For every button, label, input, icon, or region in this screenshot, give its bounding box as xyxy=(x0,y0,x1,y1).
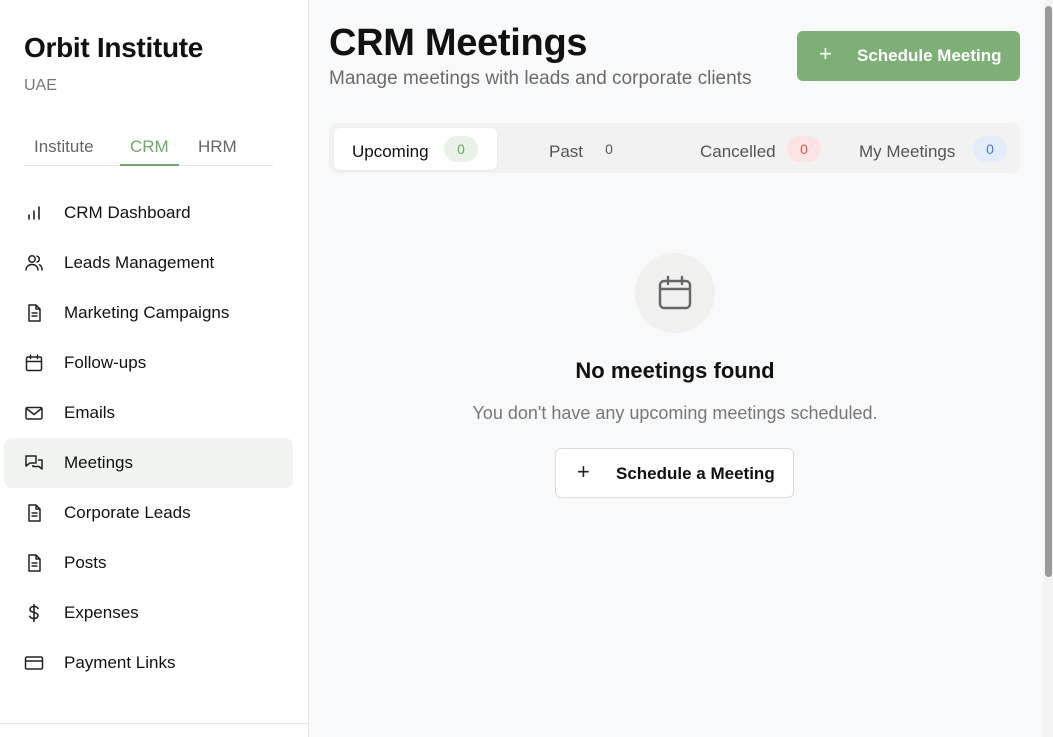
document-icon xyxy=(24,303,44,323)
sidebar-item-label: Leads Management xyxy=(64,253,215,272)
tab-past[interactable]: Past 0 xyxy=(534,128,644,170)
sidebar-item-label: Emails xyxy=(64,403,116,422)
brand-region: UAE xyxy=(24,77,57,94)
sidebar-item-expenses[interactable]: Expenses xyxy=(4,588,293,638)
sidebar-item-label: Posts xyxy=(64,553,107,572)
sidebar-item-leads-management[interactable]: Leads Management xyxy=(4,238,293,288)
tab-crm[interactable]: CRM xyxy=(120,132,179,166)
users-icon xyxy=(24,253,44,273)
tab-label: Past xyxy=(549,142,584,161)
sidebar-divider xyxy=(0,723,309,724)
count-badge: 0 xyxy=(444,136,478,162)
sidebar-item-label: Marketing Campaigns xyxy=(64,303,230,322)
empty-state-message: You don't have any upcoming meetings sch… xyxy=(472,403,878,423)
calendar-icon xyxy=(24,353,44,373)
empty-state-icon-circle xyxy=(635,253,715,333)
schedule-meeting-label: Schedule Meeting xyxy=(857,46,1002,65)
sidebar-item-meetings[interactable]: Meetings xyxy=(4,438,293,488)
dollar-icon xyxy=(24,603,44,623)
tab-cancelled[interactable]: Cancelled 0 xyxy=(689,128,829,170)
sidebar-item-label: Meetings xyxy=(64,453,133,472)
tab-label: Cancelled xyxy=(700,142,776,161)
plus-icon: + xyxy=(577,459,590,484)
schedule-a-meeting-button[interactable]: + Schedule a Meeting xyxy=(555,448,794,498)
tab-label: Upcoming xyxy=(352,142,429,161)
sidebar-item-emails[interactable]: Emails xyxy=(4,388,293,438)
scrollbar-thumb[interactable] xyxy=(1045,6,1052,577)
sidebar-item-marketing-campaigns[interactable]: Marketing Campaigns xyxy=(4,288,293,338)
tab-label: My Meetings xyxy=(859,142,956,161)
plus-icon: + xyxy=(819,41,832,66)
sidebar-item-label: Expenses xyxy=(64,603,139,622)
sidebar-item-label: CRM Dashboard xyxy=(64,203,191,222)
credit-card-icon xyxy=(24,653,44,673)
sidebar-item-label: Follow-ups xyxy=(64,353,147,372)
count-badge: 0 xyxy=(787,136,821,162)
tab-institute[interactable]: Institute xyxy=(24,132,104,166)
page-subtitle: Manage meetings with leads and corporate… xyxy=(329,68,752,89)
mail-icon xyxy=(24,403,44,423)
sidebar-item-crm-dashboard[interactable]: CRM Dashboard xyxy=(4,188,293,238)
document-icon xyxy=(24,503,44,523)
chat-bubbles-icon xyxy=(24,453,44,473)
sidebar-item-posts[interactable]: Posts xyxy=(4,538,293,588)
sidebar-item-label: Corporate Leads xyxy=(64,503,191,522)
meeting-tabs: Upcoming 0 Past 0 Cancelled 0 My Meeting… xyxy=(329,123,1020,173)
count-badge: 0 xyxy=(973,136,1007,162)
sidebar-nav: CRM Dashboard Leads Management Marketing… xyxy=(4,188,293,688)
scrollbar[interactable] xyxy=(1043,0,1053,737)
sidebar-item-label: Payment Links xyxy=(64,653,176,672)
tab-my-meetings[interactable]: My Meetings 0 xyxy=(849,128,1014,170)
count-badge: 0 xyxy=(605,141,613,157)
empty-state-title: No meetings found xyxy=(575,358,775,383)
sidebar: Orbit Institute UAE Institute CRM HRM CR… xyxy=(0,0,309,737)
schedule-meeting-button[interactable]: + Schedule Meeting xyxy=(797,31,1020,81)
calendar-icon xyxy=(658,275,692,310)
sidebar-item-corporate-leads[interactable]: Corporate Leads xyxy=(4,488,293,538)
module-tabs: Institute CRM HRM xyxy=(24,132,273,166)
schedule-a-meeting-label: Schedule a Meeting xyxy=(616,464,775,483)
tab-upcoming[interactable]: Upcoming 0 xyxy=(334,128,497,170)
document-icon xyxy=(24,553,44,573)
bar-chart-icon xyxy=(24,203,44,223)
brand-name: Orbit Institute xyxy=(24,32,204,63)
page-title: CRM Meetings xyxy=(329,22,588,64)
tab-hrm[interactable]: HRM xyxy=(188,132,247,166)
sidebar-item-follow-ups[interactable]: Follow-ups xyxy=(4,338,293,388)
sidebar-item-payment-links[interactable]: Payment Links xyxy=(4,638,293,688)
